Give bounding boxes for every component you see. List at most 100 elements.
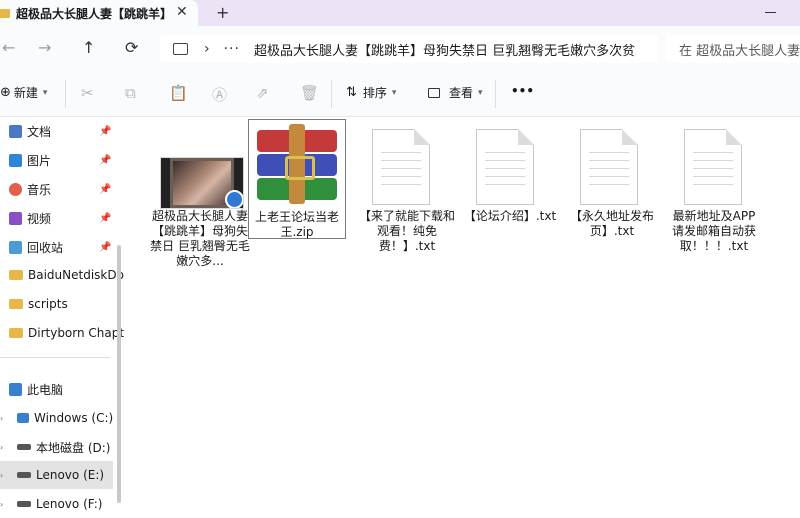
documents-icon <box>9 124 22 138</box>
pin-icon: 📌 <box>99 241 112 253</box>
text-file-icon <box>372 129 430 205</box>
view-button-label: 查看 <box>449 86 474 100</box>
up-button[interactable]: ↑ <box>82 38 95 57</box>
sidebar-item-drive-d[interactable]: › 本地磁盘 (D:) <box>0 433 113 461</box>
text-line <box>381 152 421 153</box>
media-player-badge-icon <box>225 190 243 208</box>
cut-icon[interactable]: ✂ <box>81 84 94 102</box>
back-button[interactable]: ← <box>2 38 15 57</box>
new-button-label: 新建 <box>13 86 38 100</box>
file-item-txt[interactable]: 【来了就能下载和观看！纯免费！】.txt <box>356 119 458 253</box>
file-item-txt[interactable]: 【论坛介绍】.txt <box>460 119 560 237</box>
text-line <box>485 168 525 169</box>
sidebar-scrollbar[interactable] <box>117 245 121 503</box>
search-box[interactable]: 在 超极品大长腿人妻 <box>666 35 800 63</box>
more-options-button[interactable]: ••• <box>511 84 534 98</box>
refresh-button[interactable]: ⟳ <box>125 38 138 57</box>
file-name: 上老王论坛当老王.zip <box>254 210 339 239</box>
sidebar-item-recycle-bin[interactable]: 回收站 📌 <box>0 233 113 261</box>
folder-icon <box>9 328 23 338</box>
share-icon[interactable]: ⇗ <box>256 84 269 102</box>
chevron-right-icon[interactable]: › <box>0 500 3 509</box>
sidebar-item-dirtyborn[interactable]: Dirtyborn Chapt <box>0 319 124 347</box>
sidebar-item-this-pc[interactable]: 此电脑 <box>0 375 113 403</box>
chevron-right-icon[interactable]: › <box>0 414 3 423</box>
chevron-down-icon: ▾ <box>478 87 483 98</box>
text-line <box>589 168 629 169</box>
windows-drive-icon <box>17 413 29 423</box>
sidebar-item-drive-e[interactable]: › Lenovo (E:) <box>0 461 113 489</box>
navigation-pane: 文档 📌 图片 📌 音乐 📌 视频 📌 回收站 📌 BaiduNetdiskDo… <box>0 117 124 511</box>
pictures-icon <box>9 153 22 167</box>
file-item-txt[interactable]: 最新地址及APP请发邮箱自动获取！！！.txt <box>668 119 760 253</box>
file-name: 【来了就能下载和观看！纯免费！】.txt <box>358 209 455 253</box>
sidebar-item-label: 本地磁盘 (D:) <box>36 440 111 455</box>
page-fold <box>622 129 638 145</box>
sidebar-item-label: scripts <box>28 297 68 311</box>
text-line <box>693 152 733 153</box>
videos-icon <box>9 211 22 225</box>
file-item-zip[interactable]: 上老王论坛当老王.zip <box>248 119 346 239</box>
text-line <box>485 184 525 185</box>
chevron-right-icon[interactable]: › <box>204 41 210 57</box>
sidebar-item-documents[interactable]: 文档 📌 <box>0 117 113 145</box>
recycle-bin-icon <box>9 240 22 254</box>
file-name: 【永久地址发布页】.txt <box>569 209 654 238</box>
video-frame <box>173 161 231 205</box>
minimize-button[interactable] <box>765 12 776 13</box>
sidebar-item-label: Dirtyborn Chapt <box>28 326 125 340</box>
chevron-right-icon[interactable]: › <box>0 471 3 480</box>
new-tab-button[interactable]: + <box>216 3 229 22</box>
rename-icon[interactable]: Ⓐ <box>212 84 227 105</box>
sidebar-item-baidunetdisk[interactable]: BaiduNetdiskDo <box>0 261 124 289</box>
video-thumbnail <box>160 157 244 209</box>
view-icon <box>428 87 440 98</box>
sidebar-item-drive-f[interactable]: › Lenovo (F:) <box>0 490 113 518</box>
film-strip <box>161 158 170 208</box>
sidebar-item-label: 图片 <box>27 153 52 168</box>
page-fold <box>518 129 534 145</box>
archive-buckle <box>285 156 315 180</box>
address-bar[interactable]: › ··· 超极品大长腿人妻【跳跳羊】母狗失禁日 巨乳翘臀无毛嫩穴多次贫才 <box>160 35 658 63</box>
view-button[interactable]: 查看 ▾ <box>428 84 483 101</box>
text-line <box>589 176 629 177</box>
sidebar-item-pictures[interactable]: 图片 📌 <box>0 146 113 174</box>
sidebar-item-videos[interactable]: 视频 📌 <box>0 204 113 232</box>
file-item-video[interactable]: 超极品大长腿人妻【跳跳羊】母狗失禁日 巨乳翘臀无毛嫩穴多... <box>142 119 250 268</box>
forward-button[interactable]: → <box>38 38 51 57</box>
delete-icon[interactable]: 🗑 <box>300 84 319 102</box>
text-line <box>381 160 421 161</box>
file-name: 最新地址及APP请发邮箱自动获取！！！.txt <box>671 209 756 253</box>
sidebar-item-scripts[interactable]: scripts <box>0 290 113 318</box>
text-line <box>381 176 421 177</box>
pin-icon: 📌 <box>99 212 112 224</box>
chevron-right-icon[interactable]: › <box>0 443 3 452</box>
text-line <box>485 152 525 153</box>
file-name: 【论坛介绍】.txt <box>463 209 557 223</box>
new-button[interactable]: ⊕ 新建 ▾ <box>0 84 47 101</box>
sidebar-item-drive-c[interactable]: › Windows (C:) <box>0 404 113 432</box>
sort-button[interactable]: ⇅ 排序 ▾ <box>346 84 396 101</box>
breadcrumb-overflow-button[interactable]: ··· <box>224 41 240 57</box>
text-file-icon <box>476 129 534 205</box>
text-line <box>485 160 525 161</box>
text-line <box>589 152 629 153</box>
toolbar-divider <box>65 80 66 108</box>
file-list: 超极品大长腿人妻【跳跳羊】母狗失禁日 巨乳翘臀无毛嫩穴多... 上老王论坛当老王… <box>130 117 800 505</box>
text-file-icon <box>580 129 638 205</box>
copy-icon[interactable]: ⧉ <box>125 84 136 102</box>
pin-icon: 📌 <box>99 183 112 195</box>
toolbar-divider <box>495 80 496 108</box>
paste-icon[interactable]: 📋 <box>169 84 188 102</box>
navigation-bar: ← → ↑ ⟳ › ··· 超极品大长腿人妻【跳跳羊】母狗失禁日 巨乳翘臀无毛嫩… <box>0 26 800 72</box>
file-item-txt[interactable]: 【永久地址发布页】.txt <box>564 119 660 238</box>
sidebar-item-music[interactable]: 音乐 📌 <box>0 175 113 203</box>
address-path[interactable]: 超极品大长腿人妻【跳跳羊】母狗失禁日 巨乳翘臀无毛嫩穴多次贫才 <box>254 40 636 59</box>
search-placeholder[interactable]: 在 超极品大长腿人妻 <box>679 40 800 59</box>
text-line <box>381 168 421 169</box>
close-tab-button[interactable]: ✕ <box>176 4 188 20</box>
drive-icon <box>17 472 31 478</box>
folder-icon <box>0 8 10 18</box>
text-line <box>381 184 421 185</box>
tab-current-folder[interactable]: 超极品大长腿人妻【跳跳羊】母 ✕ <box>0 0 198 26</box>
